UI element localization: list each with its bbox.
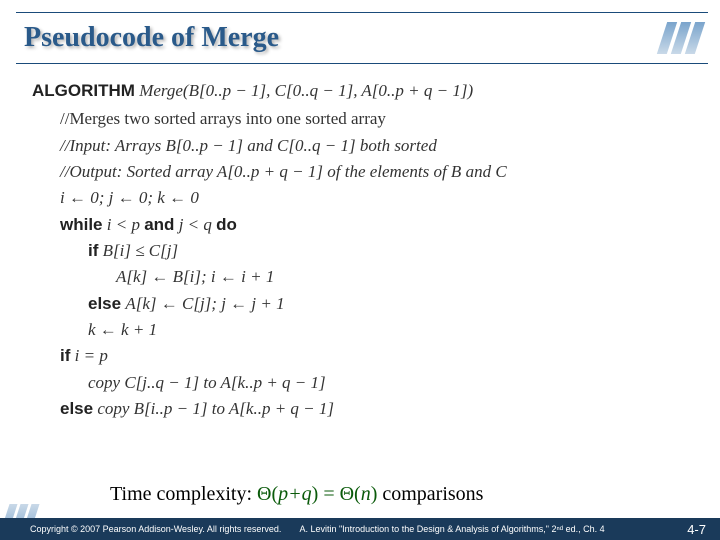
else-body: A[k] ← C[j]; j ← j + 1 [125, 294, 284, 313]
algorithm-keyword: ALGORITHM [32, 81, 135, 100]
then-body: A[k] ← B[i]; i ← i + 1 [32, 264, 700, 290]
complexity-suffix: comparisons [377, 483, 483, 505]
if-keyword: if [60, 346, 70, 365]
corner-decoration [662, 22, 700, 54]
comment-line: //Merges two sorted arrays into one sort… [32, 106, 700, 132]
complexity-label: Time complexity: [110, 483, 257, 505]
copy-line: copy B[i..p − 1] to A[k..p + q − 1] [97, 399, 334, 418]
if-keyword: if [88, 241, 98, 260]
do-keyword: do [216, 215, 237, 234]
slide-title: Pseudocode of Merge [16, 22, 279, 54]
time-complexity: Time complexity: Θ(p+q) = Θ(n) compariso… [110, 483, 483, 506]
and-keyword: and [144, 215, 174, 234]
pseudocode-block: ALGORITHM Merge(B[0..p − 1], C[0..q − 1]… [32, 78, 700, 422]
while-keyword: while [60, 215, 103, 234]
else-keyword: else [60, 399, 93, 418]
if-cond: i = p [75, 346, 108, 365]
title-bar: Pseudocode of Merge [16, 12, 708, 64]
comment-line: //Input: Arrays B[0..p − 1] and C[0..q −… [32, 133, 700, 159]
complexity-expr: Θ(p+q) = Θ(n) [257, 483, 377, 505]
init-line: i ← 0; j ← 0; k ← 0 [32, 185, 700, 211]
while-cond: i < p [107, 215, 140, 234]
footer-bar: Copyright © 2007 Pearson Addison-Wesley.… [0, 518, 720, 540]
copy-line: copy C[j..q − 1] to A[k..p + q − 1] [32, 370, 700, 396]
algorithm-signature: Merge(B[0..p − 1], C[0..q − 1], A[0..p +… [139, 81, 473, 100]
else-keyword: else [88, 294, 121, 313]
comment-line: //Output: Sorted array A[0..p + q − 1] o… [32, 159, 700, 185]
page-number: 4-7 [687, 522, 720, 537]
while-cond: j < q [179, 215, 212, 234]
reference: A. Levitin "Introduction to the Design &… [299, 524, 687, 534]
copyright: Copyright © 2007 Pearson Addison-Wesley.… [30, 524, 281, 534]
if-cond: B[i] ≤ C[j] [103, 241, 178, 260]
k-increment: k ← k + 1 [32, 317, 700, 343]
